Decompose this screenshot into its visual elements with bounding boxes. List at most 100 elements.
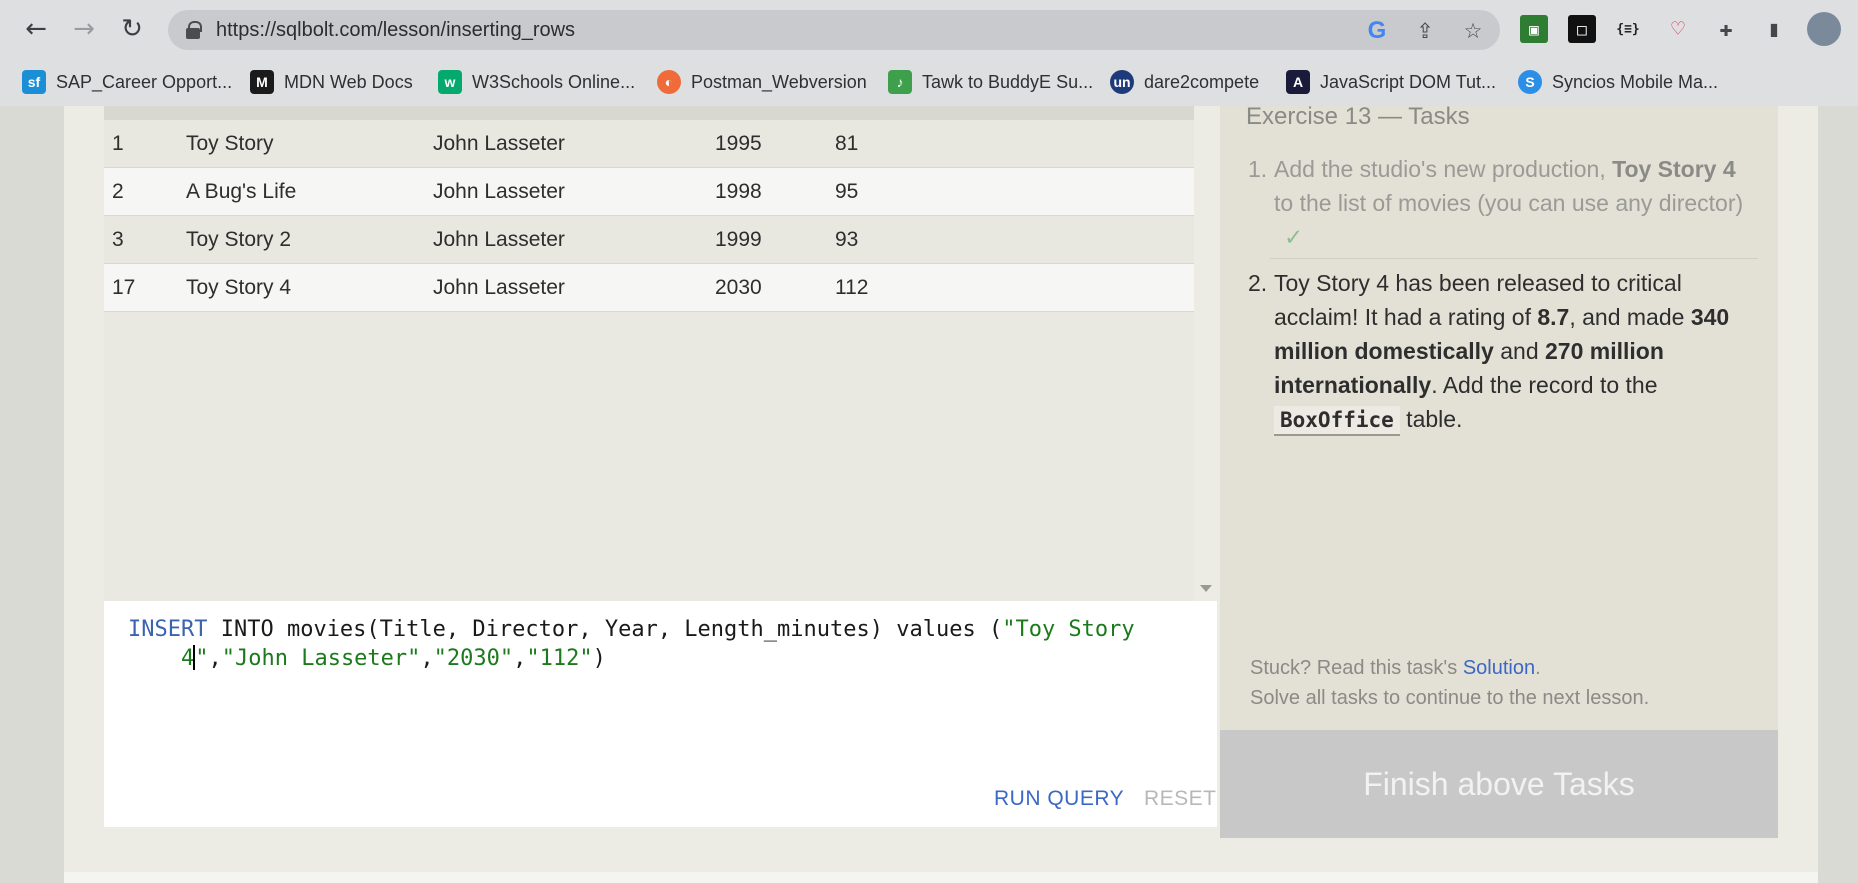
sql-indent: [128, 646, 181, 671]
bookmark-postman[interactable]: ◐ Postman_Webversion: [657, 67, 867, 97]
tasks-title: Exercise 13 — Tasks: [1246, 103, 1470, 130]
sql-string: "2030": [433, 646, 514, 671]
url-text[interactable]: https://sqlbolt.com/lesson/inserting_row…: [216, 19, 575, 42]
task-text-part: Add the studio's new production,: [1274, 156, 1613, 182]
bookmark-label: Postman_Webversion: [691, 71, 867, 92]
cell-length: 112: [835, 276, 869, 299]
cell-id: 3: [112, 228, 124, 251]
task-emphasis: Toy Story 4: [1612, 156, 1736, 182]
side-panel-icon[interactable]: ▮: [1760, 15, 1788, 43]
bookmark-tawk[interactable]: ♪ Tawk to BuddyE Su...: [888, 67, 1093, 97]
profile-avatar[interactable]: [1807, 12, 1841, 46]
cell-year: 1998: [715, 180, 762, 203]
syncios-icon: S: [1518, 70, 1542, 94]
bookmark-label: dare2compete: [1144, 71, 1260, 92]
task-text: Add the studio's new production, Toy Sto…: [1274, 152, 1760, 254]
help-text-line2: Solve all tasks to continue to the next …: [1250, 687, 1650, 709]
sql-text: ): [592, 646, 606, 671]
cell-id: 2: [112, 180, 124, 203]
share-icon[interactable]: ⇪: [1412, 18, 1438, 44]
extension-square-icon[interactable]: □: [1568, 15, 1596, 43]
bookmark-w3schools[interactable]: w W3Schools Online...: [438, 67, 635, 97]
browser-toolbar: ← → ↻ https://sqlbolt.com/lesson/inserti…: [0, 0, 1858, 60]
task-divider: [1270, 258, 1758, 259]
puzzle-icon[interactable]: ✚: [1712, 15, 1740, 43]
sql-string: ": [195, 646, 209, 671]
json-extension-icon[interactable]: {≡}: [1614, 15, 1642, 43]
task-text-part: and: [1493, 338, 1545, 364]
postman-icon: ◐: [657, 70, 681, 94]
page-background: 1 Toy Story John Lasseter 1995 81 2 A Bu…: [0, 103, 1858, 883]
sql-string: "John Lasseter": [221, 646, 421, 671]
cell-director: John Lasseter: [433, 180, 565, 203]
cell-title: Toy Story 4: [186, 276, 292, 299]
help-text-part: Stuck? Read this task's: [1250, 657, 1463, 679]
sql-text: INTO movies(Title, Director, Year, Lengt…: [207, 617, 1003, 642]
bookmark-mdn[interactable]: M MDN Web Docs: [250, 67, 413, 97]
scroll-down-arrow-icon[interactable]: [1200, 585, 1212, 592]
task-text-part: to the list of movies (you can use any d…: [1274, 190, 1744, 216]
unstop-icon: un: [1110, 70, 1134, 94]
back-icon[interactable]: ←: [19, 12, 53, 46]
task-number: 1.: [1248, 156, 1268, 182]
lock-icon[interactable]: [186, 21, 202, 39]
extension-green-icon[interactable]: ▣: [1520, 15, 1548, 43]
task-emphasis: 8.7: [1537, 304, 1570, 330]
bookmark-label: MDN Web Docs: [284, 71, 413, 92]
cell-director: John Lasseter: [433, 276, 565, 299]
task-text-part: . Add the record to the: [1431, 372, 1658, 398]
sql-string: "112": [526, 646, 593, 671]
cell-director: John Lasseter: [433, 132, 565, 155]
pocket-icon[interactable]: ♡: [1664, 15, 1692, 43]
sql-editor[interactable]: INSERT INTO movies(Title, Director, Year…: [104, 601, 1217, 827]
reload-icon[interactable]: ↻: [115, 12, 149, 46]
tawk-icon: ♪: [888, 70, 912, 94]
bookmark-label: Syncios Mobile Ma...: [1552, 71, 1719, 92]
finish-tasks-button[interactable]: Finish above Tasks: [1220, 730, 1778, 838]
bookmark-label: Tawk to BuddyE Su...: [922, 71, 1094, 92]
table-row: 17 Toy Story 4 John Lasseter 2030 112: [104, 264, 1194, 312]
sql-text: ,: [420, 646, 434, 671]
forward-icon[interactable]: →: [67, 12, 101, 46]
sql-text: ,: [208, 646, 222, 671]
table-row: 3 Toy Story 2 John Lasseter 1999 93: [104, 216, 1194, 264]
bookmark-syncios[interactable]: S Syncios Mobile Ma...: [1518, 67, 1718, 97]
bookmark-label: SAP_Career Opport...: [56, 71, 233, 92]
cell-title: Toy Story: [186, 132, 274, 155]
help-text: Stuck? Read this task's Solution. Solve …: [1250, 653, 1649, 713]
table-row: 2 A Bug's Life John Lasseter 1998 95: [104, 168, 1194, 216]
table-row: 1 Toy Story John Lasseter 1995 81: [104, 120, 1194, 168]
sap-icon: sf: [22, 70, 46, 94]
w3schools-icon: w: [438, 70, 462, 94]
cell-director: John Lasseter: [433, 228, 565, 251]
google-icon[interactable]: G: [1364, 17, 1390, 44]
sql-text: ,: [513, 646, 527, 671]
bookmark-sap[interactable]: sf SAP_Career Opport...: [22, 67, 232, 97]
cell-id: 1: [112, 132, 124, 155]
javascript-icon: A: [1286, 70, 1310, 94]
sql-string: "Toy Story: [1002, 617, 1135, 642]
checkmark-icon: ✓: [1284, 224, 1304, 250]
sql-code[interactable]: INSERT INTO movies(Title, Director, Year…: [128, 615, 1204, 673]
bookmark-dare2compete[interactable]: un dare2compete: [1110, 67, 1259, 97]
cell-length: 93: [835, 228, 859, 251]
help-text-part: .: [1535, 657, 1541, 679]
cell-id: 17: [112, 276, 136, 299]
reset-button[interactable]: RESET: [1144, 787, 1217, 811]
bookmark-label: JavaScript DOM Tut...: [1320, 71, 1497, 92]
query-results-table[interactable]: 1 Toy Story John Lasseter 1995 81 2 A Bu…: [104, 106, 1194, 601]
address-bar[interactable]: https://sqlbolt.com/lesson/inserting_row…: [168, 10, 1500, 50]
solution-link[interactable]: Solution: [1463, 657, 1535, 679]
bookmarks-bar: sf SAP_Career Opport... M MDN Web Docs w…: [0, 60, 1858, 106]
cell-title: Toy Story 2: [186, 228, 292, 251]
task-text-part: , and made: [1569, 304, 1691, 330]
sql-keyword: INSERT: [128, 617, 208, 642]
star-icon[interactable]: ☆: [1460, 18, 1486, 44]
bookmark-label: W3Schools Online...: [472, 71, 636, 92]
bookmark-javascript-dom[interactable]: A JavaScript DOM Tut...: [1286, 67, 1496, 97]
run-query-button[interactable]: RUN QUERY: [994, 787, 1124, 811]
sql-string: 4: [180, 646, 195, 671]
card-footer-strip: [64, 872, 1818, 883]
task-text: Toy Story 4 has been released to critica…: [1274, 266, 1760, 437]
cell-year: 1999: [715, 228, 762, 251]
